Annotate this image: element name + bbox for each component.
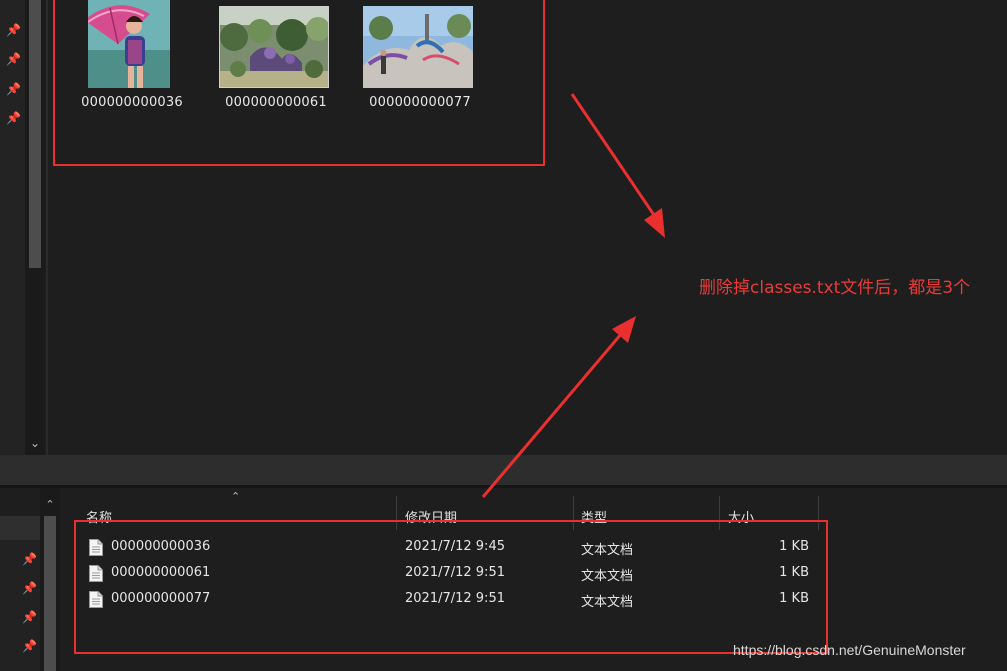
photo-garden-icon: [219, 6, 329, 88]
file-thumbnail[interactable]: 000000000036: [72, 0, 192, 120]
file-name: 000000000061: [111, 565, 211, 580]
pin-icon[interactable]: 📌: [22, 639, 37, 653]
photo-woman-umbrella-icon: [88, 0, 170, 88]
file-type: 文本文档: [581, 595, 634, 610]
window-divider-band: [0, 455, 1007, 485]
file-type: 文本文档: [581, 543, 634, 558]
sort-ascending-icon: ⌃: [231, 490, 241, 503]
pane-divider: [46, 0, 48, 455]
pin-icon[interactable]: 📌: [6, 82, 21, 96]
pin-icon[interactable]: 📌: [6, 52, 21, 66]
thumbnail-label: 000000000077: [369, 95, 471, 110]
top-nav-scrollbar[interactable]: ⌄: [25, 0, 45, 455]
file-name: 000000000077: [111, 591, 211, 606]
pin-icon[interactable]: 📌: [6, 111, 21, 125]
scrollbar-thumb[interactable]: [29, 0, 41, 268]
chevron-down-icon[interactable]: ⌄: [26, 434, 44, 452]
file-row[interactable]: 000000000077 2021/7/12 9:51 文本文档 1 KB: [0, 587, 1007, 613]
file-size: 1 KB: [779, 539, 809, 554]
annotation-text: 删除掉classes.txt文件后，都是3个: [699, 278, 971, 298]
watermark-text: https://blog.csdn.net/GenuineMonster: [733, 642, 966, 658]
file-name: 000000000036: [111, 539, 211, 554]
screenshot-root: 📌 📌 📌 📌 ⌄ 000000000036 000000000061 0000…: [0, 0, 1007, 671]
file-thumbnail[interactable]: 000000000061: [216, 0, 336, 120]
pin-icon[interactable]: 📌: [6, 23, 21, 37]
file-date: 2021/7/12 9:45: [405, 539, 505, 554]
text-file-icon: [89, 539, 103, 556]
top-explorer-pane: 📌 📌 📌 📌 ⌄ 000000000036 000000000061 0000…: [0, 0, 1007, 455]
file-date: 2021/7/12 9:51: [405, 591, 505, 606]
file-thumbnail[interactable]: 000000000077: [360, 0, 480, 120]
file-row[interactable]: 000000000036 2021/7/12 9:45 文本文档 1 KB: [0, 535, 1007, 561]
thumbnail-label: 000000000036: [81, 95, 183, 110]
text-file-icon: [89, 565, 103, 582]
photo-skatepark-icon: [363, 6, 473, 88]
file-row[interactable]: 000000000061 2021/7/12 9:51 文本文档 1 KB: [0, 561, 1007, 587]
text-file-icon: [89, 591, 103, 608]
thumbnail-label: 000000000061: [225, 95, 327, 110]
file-size: 1 KB: [779, 565, 809, 580]
top-navigation-pane: 📌 📌 📌 📌: [0, 0, 25, 455]
chevron-up-icon[interactable]: ⌃: [41, 498, 59, 512]
file-size: 1 KB: [779, 591, 809, 606]
file-type: 文本文档: [581, 569, 634, 584]
file-date: 2021/7/12 9:51: [405, 565, 505, 580]
